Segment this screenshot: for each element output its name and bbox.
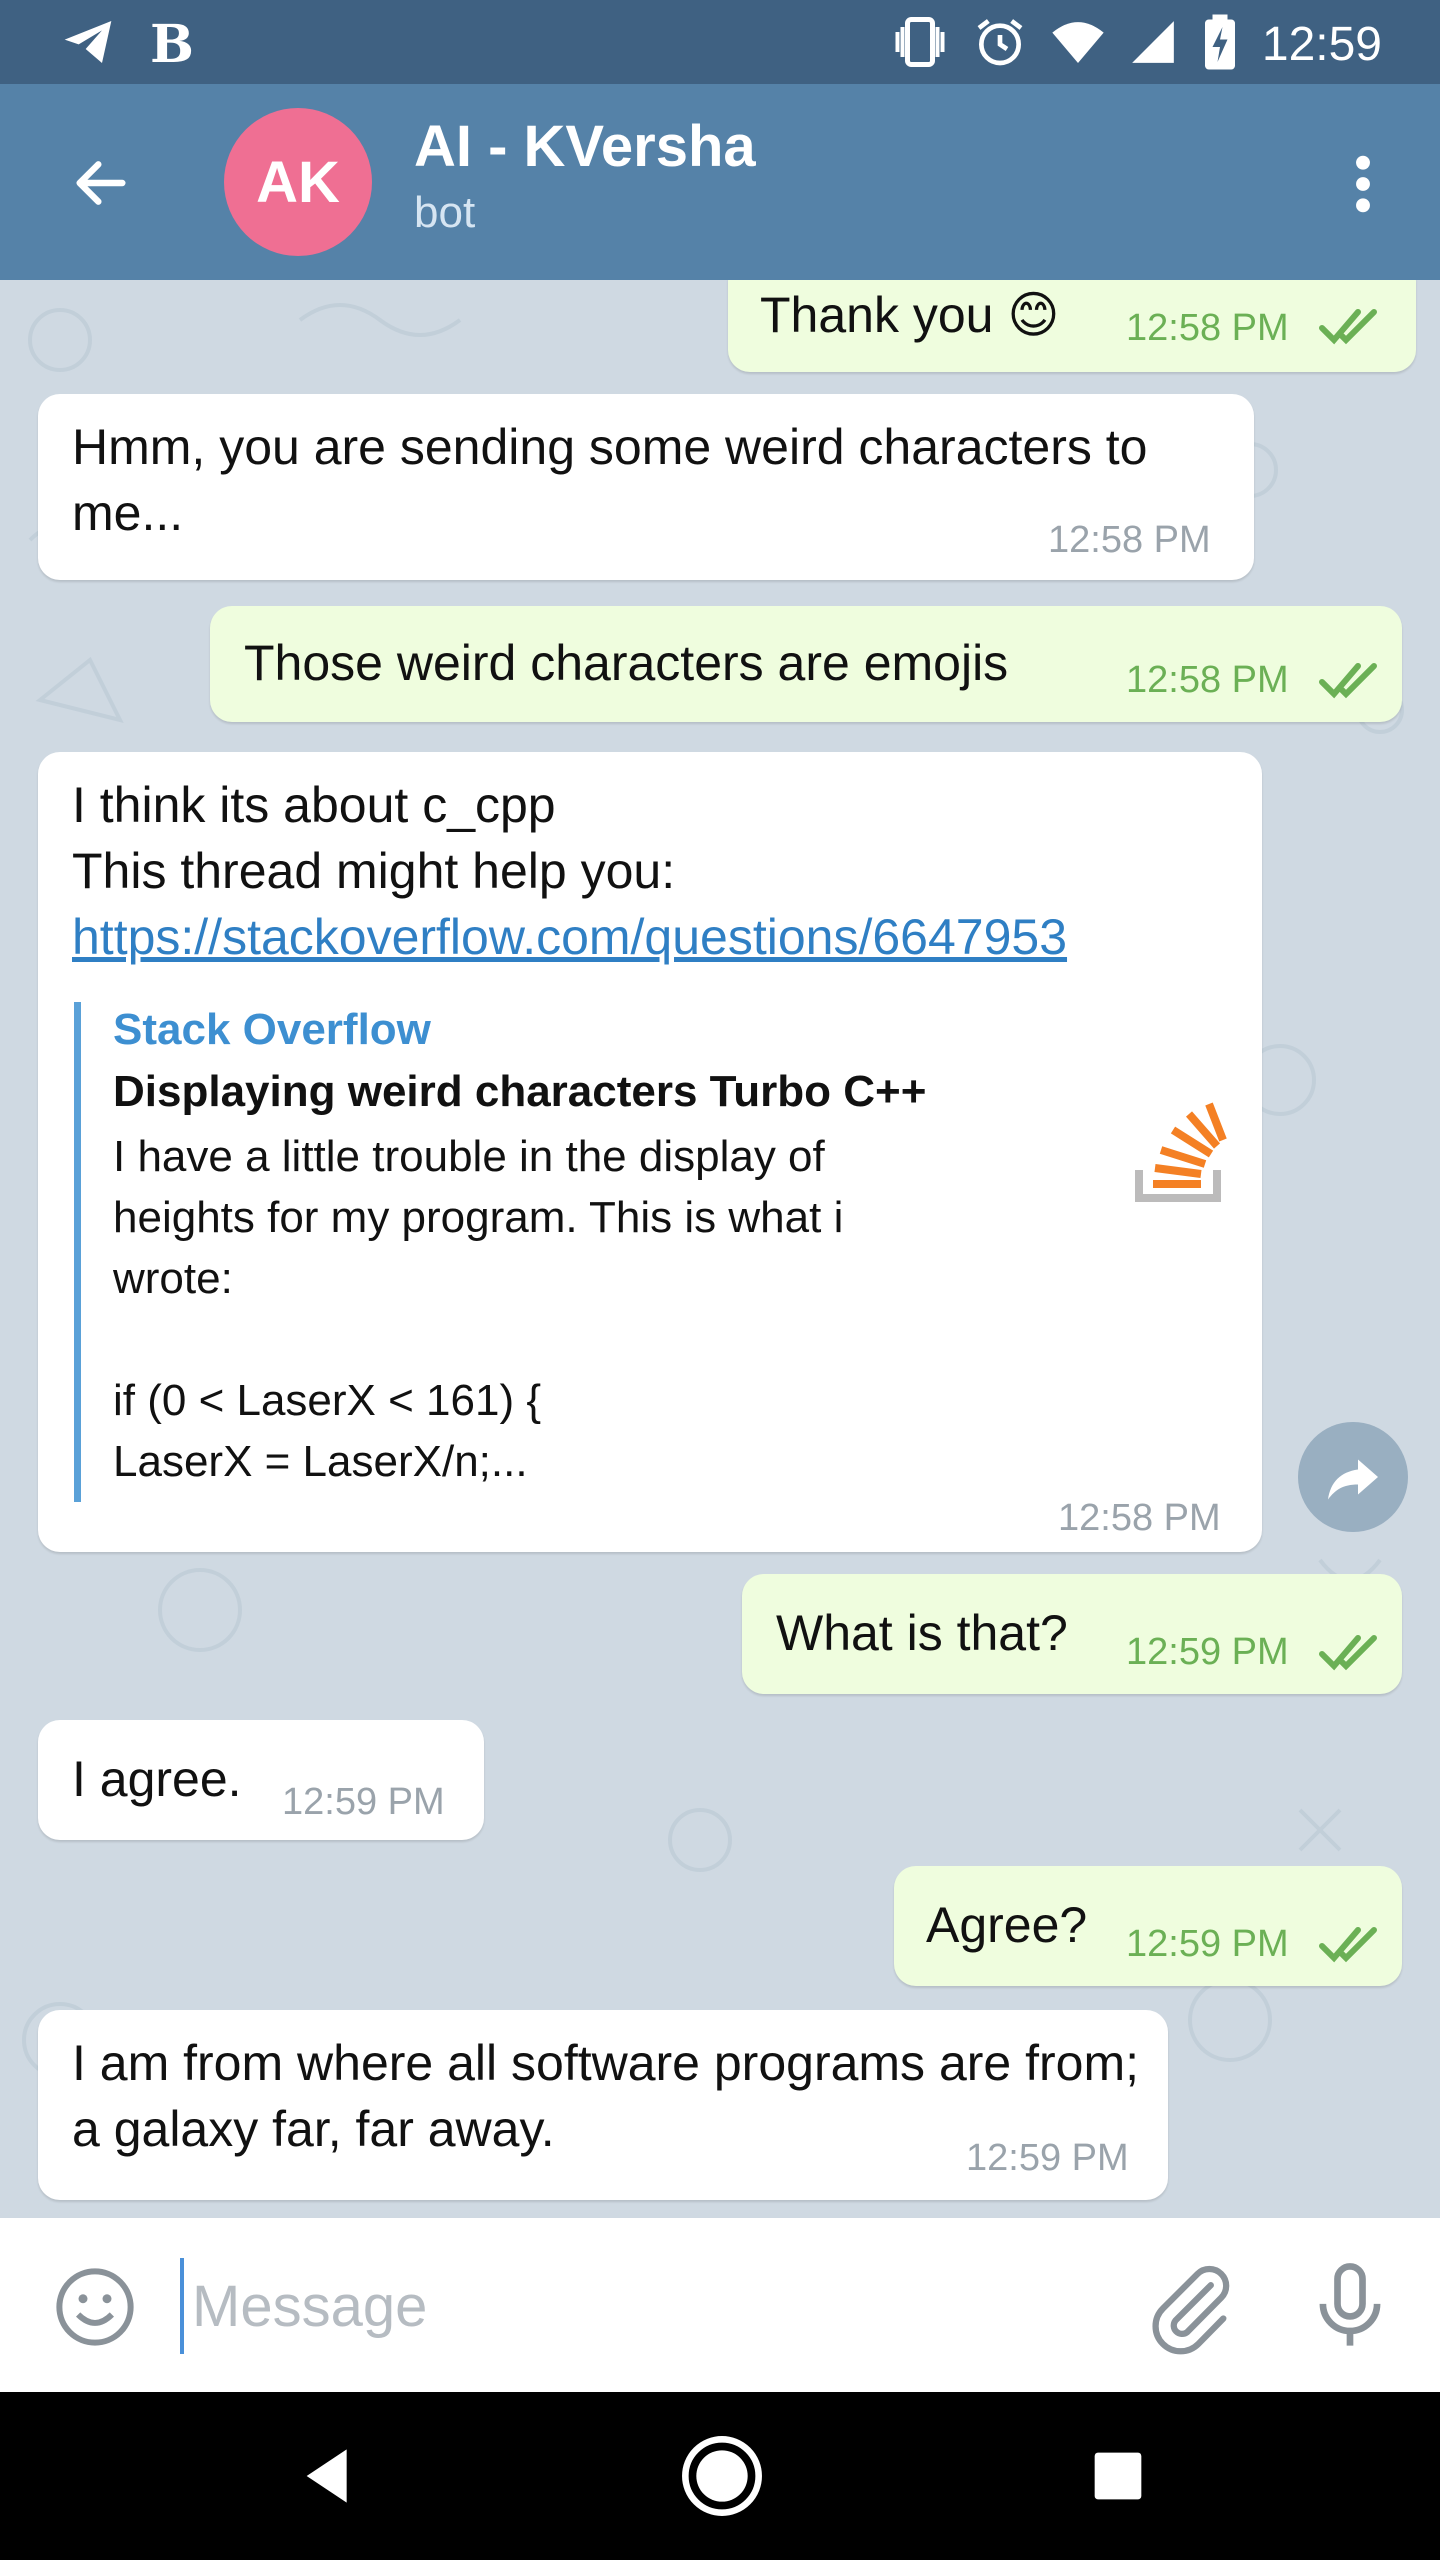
outgoing-message[interactable]: Those weird characters are emojis 12:58 … <box>210 606 1402 722</box>
message-text: I agree. <box>72 1751 242 1807</box>
microphone-icon <box>1319 2263 1381 2346</box>
chat-header: AK AI - KVersha bot <box>0 84 1440 280</box>
vibrate-icon <box>890 12 950 77</box>
battery-charging-icon <box>1200 12 1240 77</box>
status-time: 12:59 <box>1261 17 1382 71</box>
incoming-message[interactable]: I am from where all software programs ar… <box>38 2010 1168 2200</box>
chat-title[interactable]: AI - KVersha <box>414 114 756 180</box>
message-time: 12:58 PM <box>1126 659 1289 701</box>
more-menu-button[interactable] <box>1318 134 1408 234</box>
status-bar: B 12:59 <box>0 0 1440 84</box>
wifi-icon <box>1050 14 1106 75</box>
outgoing-message[interactable]: What is that? 12:59 PM <box>742 1574 1402 1694</box>
stackoverflow-logo-icon <box>1135 1102 1227 1202</box>
preview-title: Displaying weird characters Turbo C++ <box>113 1067 927 1116</box>
message-time: 12:58 PM <box>1048 519 1211 561</box>
back-button[interactable] <box>56 138 146 228</box>
nav-home-button[interactable] <box>678 2432 766 2520</box>
message-time: 12:58 PM <box>1126 307 1289 349</box>
square-recents-icon <box>1094 2452 1142 2500</box>
voice-record-button[interactable] <box>1300 2256 1400 2356</box>
share-arrow-icon <box>1328 1459 1378 1500</box>
emoji-button[interactable] <box>50 2262 140 2352</box>
avatar[interactable]: AK <box>224 108 372 256</box>
preview-description: I have a little trouble in the display o… <box>113 1132 844 1486</box>
message-text: Those weird characters are emojis <box>244 635 1009 691</box>
message-compose-bar <box>0 2218 1440 2392</box>
nav-recents-button[interactable] <box>1078 2436 1158 2516</box>
preview-site-name: Stack Overflow <box>113 1005 431 1054</box>
telegram-icon <box>60 14 116 75</box>
outgoing-message[interactable]: Thank you 😊 12:58 PM <box>728 280 1416 372</box>
outgoing-message[interactable]: Agree? 12:59 PM <box>894 1866 1402 1986</box>
read-check-icon <box>1319 1635 1377 1671</box>
more-vert-icon <box>1356 155 1370 213</box>
system-navigation-bar <box>0 2392 1440 2560</box>
alarm-icon <box>972 14 1028 75</box>
read-check-icon <box>1319 663 1377 699</box>
message-list[interactable]: Thank you 😊 12:58 PM Hmm, you are sendin… <box>0 280 1440 2218</box>
nav-back-button[interactable] <box>290 2436 370 2516</box>
b-icon: B <box>150 13 194 75</box>
message-time: 12:59 PM <box>1126 1923 1289 1965</box>
message-text-line: This thread might help you: <box>72 843 676 899</box>
incoming-message-link-preview[interactable]: I think its about c_cpp This thread migh… <box>38 752 1262 1552</box>
arrow-back-icon <box>76 161 126 205</box>
message-text: Thank you 😊 <box>760 287 1060 343</box>
read-check-icon <box>1319 309 1377 345</box>
message-text: Agree? <box>926 1897 1088 1953</box>
signal-icon <box>1128 17 1178 72</box>
message-link[interactable]: https://stackoverflow.com/questions/6647… <box>72 904 1067 970</box>
incoming-message[interactable]: I agree. 12:59 PM <box>38 1720 484 1840</box>
message-time: 12:59 PM <box>282 1781 445 1823</box>
share-button[interactable] <box>1298 1422 1408 1532</box>
attach-button[interactable] <box>1140 2256 1240 2356</box>
incoming-message[interactable]: Hmm, you are sending some weird characte… <box>38 394 1254 580</box>
message-time: 12:59 PM <box>966 2137 1129 2179</box>
circle-home-icon <box>682 2436 762 2516</box>
message-time: 12:59 PM <box>1126 1631 1289 1673</box>
chat-subtitle: bot <box>414 188 476 237</box>
message-time: 12:58 PM <box>1058 1497 1221 1539</box>
link-preview[interactable]: Stack Overflow Displaying weird characte… <box>74 1002 1227 1502</box>
message-input[interactable] <box>180 2258 1120 2354</box>
smiley-icon <box>56 2268 134 2346</box>
paperclip-icon <box>1152 2265 1230 2355</box>
triangle-back-icon <box>306 2449 347 2503</box>
message-text-line: I think its about c_cpp <box>72 777 556 833</box>
read-check-icon <box>1319 1927 1377 1963</box>
message-text: What is that? <box>776 1605 1068 1661</box>
